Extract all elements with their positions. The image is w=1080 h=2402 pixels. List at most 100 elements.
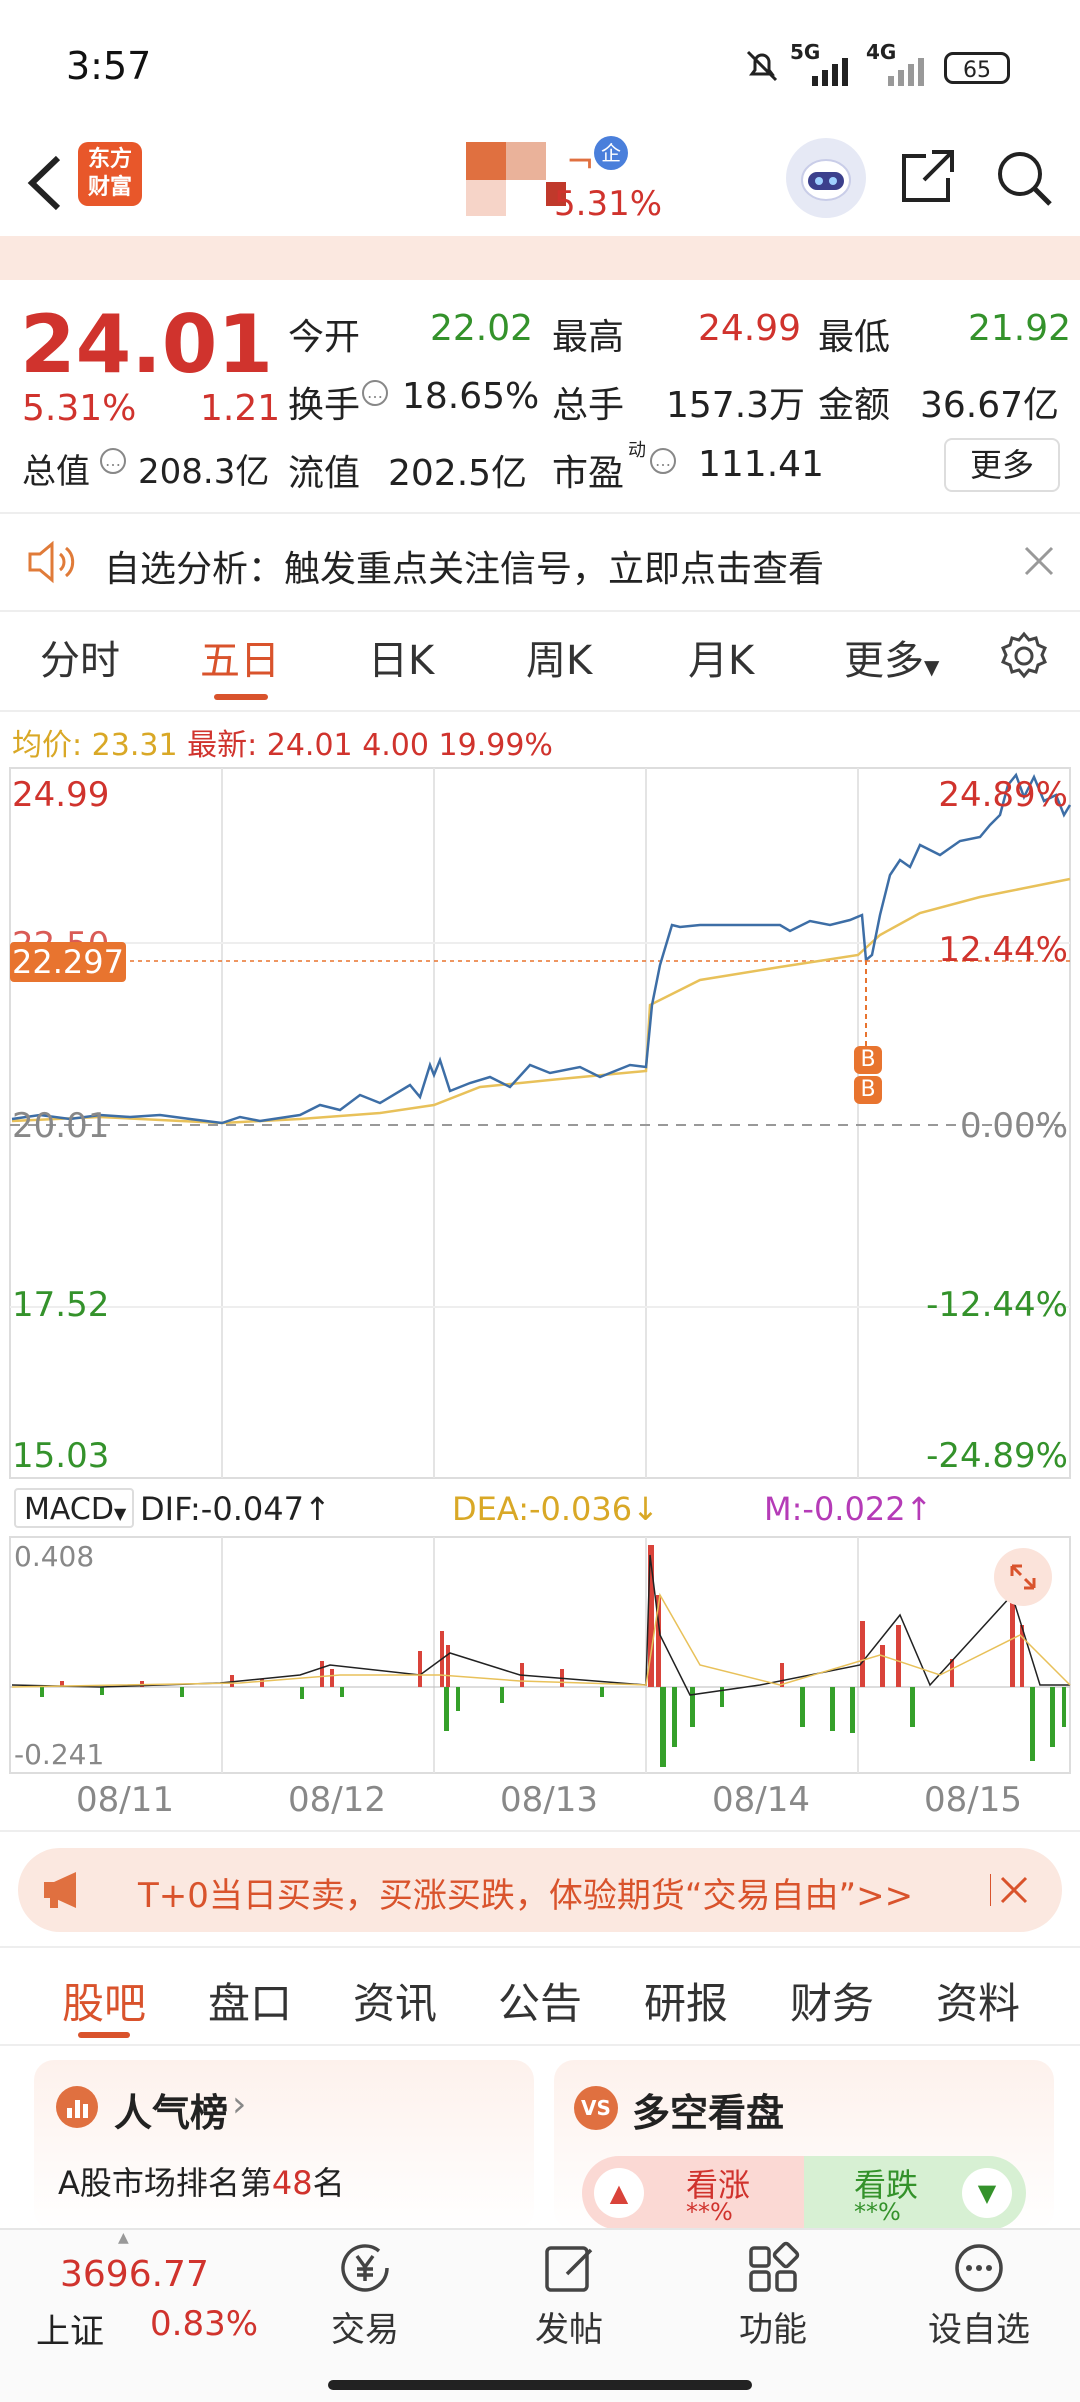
- price-chart[interactable]: [0, 765, 1080, 1480]
- tab-profile[interactable]: 资料: [936, 1970, 1020, 2031]
- chart-header: 均价: 23.31 最新: 24.01 4.00 19.99%: [12, 728, 553, 763]
- edit-icon: [545, 2246, 593, 2292]
- analysis-notice[interactable]: 自选分析：触发重点关注信号，立即点击查看: [0, 514, 1080, 610]
- buy-marker[interactable]: B: [854, 1046, 882, 1074]
- nav-add-watchlist[interactable]: 设自选: [914, 2238, 1044, 2368]
- quote-panel: 24.01 5.31% 1.21 今开 22.02 最高 24.99 最低 21…: [0, 280, 1080, 510]
- info-icon[interactable]: …: [362, 380, 388, 406]
- turnover-label[interactable]: 换手: [288, 376, 360, 428]
- signal-5g-icon: 5G: [790, 40, 860, 90]
- tab-finance[interactable]: 财务: [790, 1970, 874, 2031]
- promo-banner[interactable]: T+0当日买卖，买涨买跌，体验期货“交易自由”>>: [18, 1848, 1062, 1932]
- signal-4g-icon: 4G: [866, 40, 936, 90]
- search-icon[interactable]: [992, 146, 1054, 212]
- more-button[interactable]: 更多: [944, 438, 1060, 492]
- enterprise-badge: 企: [594, 136, 628, 170]
- last-price: 24.01: [20, 298, 274, 391]
- bear-button[interactable]: 看跌 **% ▼: [804, 2156, 1026, 2230]
- tab-news[interactable]: 资讯: [353, 1970, 437, 2031]
- vs-title: 多空看盘: [632, 2091, 785, 2135]
- logo-text-1: 东方: [87, 147, 132, 172]
- caret-down-icon: ▼: [924, 655, 940, 679]
- chevron-right-icon: ›: [232, 2084, 247, 2125]
- popularity-title: 人气榜: [114, 2091, 229, 2135]
- macd-selector[interactable]: MACD▼: [14, 1488, 134, 1528]
- tab-monthly-k[interactable]: 月K: [688, 628, 754, 686]
- popularity-rank: A股市场排名第48名: [58, 2164, 345, 2202]
- share-icon[interactable]: [896, 146, 958, 212]
- gear-icon[interactable]: [998, 630, 1050, 686]
- low-label: 最低: [818, 317, 891, 358]
- volume-value: 157.3万: [666, 385, 806, 426]
- bull-bear-card[interactable]: VS 多空看盘 ▲ 看涨 **% 看跌 **% ▼: [554, 2060, 1054, 2230]
- y-axis-left-4: 17.52: [12, 1285, 110, 1325]
- date-label: 08/11: [76, 1780, 174, 1820]
- bottom-nav: ▲ 3696.77 上证 0.83% 交易 发帖 功能 设自选: [0, 2228, 1080, 2402]
- tab-daily-k[interactable]: 日K: [368, 628, 434, 686]
- arrow-up-icon: ▲: [594, 2168, 644, 2218]
- change-amount: 1.21: [200, 388, 281, 429]
- y-axis-right-bottom: -24.89%: [926, 1436, 1068, 1476]
- tab-pankou[interactable]: 盘口: [208, 1970, 292, 2031]
- close-icon[interactable]: [989, 1870, 1030, 1914]
- index-ticker[interactable]: ▲ 3696.77 上证 0.83%: [0, 2230, 270, 2360]
- open-label: 今开: [288, 317, 361, 358]
- megaphone-icon: [40, 1868, 88, 1916]
- info-icon[interactable]: …: [650, 448, 676, 474]
- popularity-card[interactable]: 人气榜 › A股市场排名第48名: [34, 2060, 534, 2230]
- high-value: 24.99: [698, 308, 802, 349]
- y-axis-left-bottom: 15.03: [12, 1436, 110, 1476]
- macd-m: M:-0.022↑: [764, 1490, 933, 1528]
- section-divider: [0, 1946, 1080, 1948]
- crosshair-price-label: 22.297: [10, 942, 126, 982]
- y-axis-right-4: -12.44%: [926, 1285, 1068, 1325]
- tab-research[interactable]: 研报: [644, 1970, 728, 2031]
- tab-announce[interactable]: 公告: [498, 1970, 582, 2031]
- buy-marker[interactable]: B: [854, 1076, 882, 1104]
- mute-bell-icon: [742, 46, 782, 90]
- status-bar: 3:57 5G 4G 65: [0, 0, 1080, 130]
- vs-icon: VS: [574, 2086, 618, 2130]
- nav-functions[interactable]: 功能: [718, 2238, 828, 2368]
- info-icon[interactable]: …: [100, 448, 126, 474]
- bull-button[interactable]: ▲ 看涨 **%: [582, 2156, 804, 2230]
- turnover-value: 18.65%: [402, 376, 540, 417]
- latest-price-line: [11, 772, 1072, 1125]
- tab-weekly-k[interactable]: 周K: [526, 628, 592, 686]
- tab-intraday[interactable]: 分时: [40, 628, 120, 686]
- nav-post[interactable]: 发帖: [514, 2238, 624, 2368]
- app-logo[interactable]: 东方 财富: [78, 142, 142, 206]
- macd-ymax: 0.408: [14, 1540, 95, 1573]
- pe-label[interactable]: 市盈: [552, 444, 624, 496]
- divider: [0, 710, 1080, 712]
- index-value: 3696.77: [60, 2254, 209, 2295]
- pe-value: 111.41: [698, 444, 824, 485]
- tab-active-indicator: [78, 2032, 130, 2038]
- bear-pct: **%: [854, 2198, 901, 2226]
- macd-dif: DIF:-0.047↑: [140, 1490, 331, 1528]
- battery-icon: 65: [944, 52, 1010, 84]
- pe-superscript: 动: [628, 440, 646, 461]
- y-axis-right-top: 24.89%: [938, 775, 1068, 815]
- header-change-pct: 5.31%: [554, 184, 663, 224]
- bull-pct: **%: [686, 2198, 733, 2226]
- mktcap-label[interactable]: 总值: [22, 444, 90, 493]
- float-label: 流值: [288, 453, 361, 494]
- nav-trade[interactable]: 交易: [310, 2238, 420, 2368]
- date-label: 08/13: [500, 1780, 598, 1820]
- back-arrow-icon[interactable]: [20, 148, 70, 222]
- expand-icon[interactable]: [994, 1548, 1052, 1606]
- tab-five-day[interactable]: 五日: [200, 628, 280, 686]
- macd-chart: [9, 1536, 1071, 1774]
- amount-value: 36.67亿: [920, 385, 1060, 426]
- tab-more[interactable]: 更多▼: [844, 628, 939, 686]
- tab-guba[interactable]: 股吧: [62, 1970, 146, 2031]
- index-name: 上证: [36, 2312, 104, 2352]
- grid-icon: [749, 2241, 800, 2292]
- close-icon[interactable]: [1022, 544, 1056, 582]
- divider: [0, 2044, 1080, 2046]
- y-axis-right-2: 12.44%: [938, 930, 1068, 970]
- bar-chart-icon: [56, 2086, 98, 2128]
- robot-assistant-icon[interactable]: [786, 138, 866, 218]
- more-dots-icon: [955, 2244, 1003, 2292]
